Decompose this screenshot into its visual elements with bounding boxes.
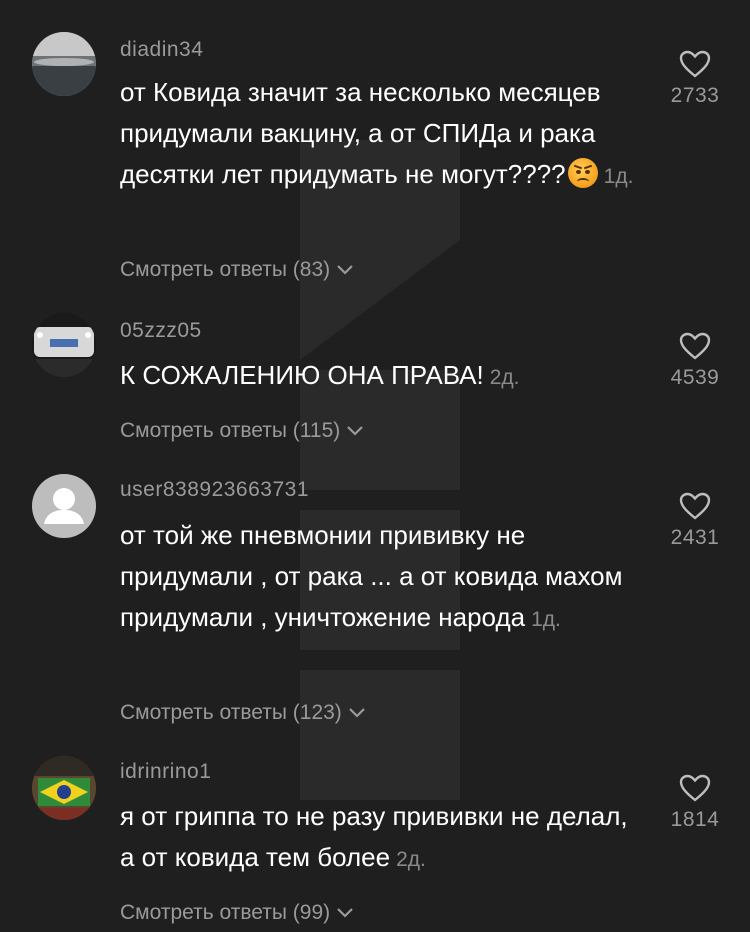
comment-body: я от гриппа то не разу прививки не делал… xyxy=(120,801,628,872)
username[interactable]: user838923663731 xyxy=(120,478,309,502)
chevron-down-icon xyxy=(347,426,364,436)
heart-icon xyxy=(679,332,711,360)
view-replies-label: Смотреть ответы (99) xyxy=(120,901,331,924)
view-replies-label: Смотреть ответы (123) xyxy=(120,701,342,724)
like-button[interactable]: 2431 xyxy=(660,492,730,550)
heart-icon xyxy=(679,774,711,802)
comment-text: от Ковида значит за несколько месяцев пр… xyxy=(120,72,640,197)
comment-time: 1д. xyxy=(531,608,561,631)
avatar[interactable] xyxy=(32,32,96,96)
comment-text: К СОЖАЛЕНИЮ ОНА ПРАВА! 2д. xyxy=(120,355,640,398)
like-count: 2733 xyxy=(670,84,720,107)
comment-time: 1д. xyxy=(603,165,634,188)
like-count: 4539 xyxy=(670,366,720,389)
username[interactable]: idrinrino1 xyxy=(120,760,211,784)
like-button[interactable]: 4539 xyxy=(660,332,730,390)
comment-body: К СОЖАЛЕНИЮ ОНА ПРАВА! xyxy=(120,360,484,390)
avatar[interactable] xyxy=(32,756,96,820)
comment-time: 2д. xyxy=(396,848,426,871)
comment-text: я от гриппа то не разу прививки не делал… xyxy=(120,796,640,880)
view-replies-button[interactable]: Смотреть ответы (99) xyxy=(120,901,354,925)
heart-icon xyxy=(679,492,711,520)
chevron-down-icon xyxy=(349,708,365,718)
comment-body: от Ковида значит за несколько месяцев пр… xyxy=(120,77,601,189)
comment-text: от той же пневмонии прививку не придумал… xyxy=(120,515,640,640)
avatar[interactable] xyxy=(32,474,96,538)
heart-icon xyxy=(679,50,711,78)
view-replies-button[interactable]: Смотреть ответы (83) xyxy=(120,258,354,282)
username[interactable]: diadin34 xyxy=(120,38,203,62)
username[interactable]: 05zzz05 xyxy=(120,319,202,343)
like-count: 1814 xyxy=(670,808,720,831)
view-replies-button[interactable]: Смотреть ответы (115) xyxy=(120,419,364,443)
like-count: 2431 xyxy=(670,526,720,549)
like-button[interactable]: 2733 xyxy=(660,50,730,108)
view-replies-label: Смотреть ответы (115) xyxy=(120,419,341,442)
like-button[interactable]: 1814 xyxy=(660,774,730,832)
view-replies-label: Смотреть ответы (83) xyxy=(120,258,331,281)
avatar[interactable] xyxy=(32,313,96,377)
angry-face-icon xyxy=(567,158,598,188)
comment-time: 2д. xyxy=(489,366,520,389)
view-replies-button[interactable]: Смотреть ответы (123) xyxy=(120,701,366,725)
chevron-down-icon xyxy=(337,908,353,918)
chevron-down-icon xyxy=(337,265,353,275)
